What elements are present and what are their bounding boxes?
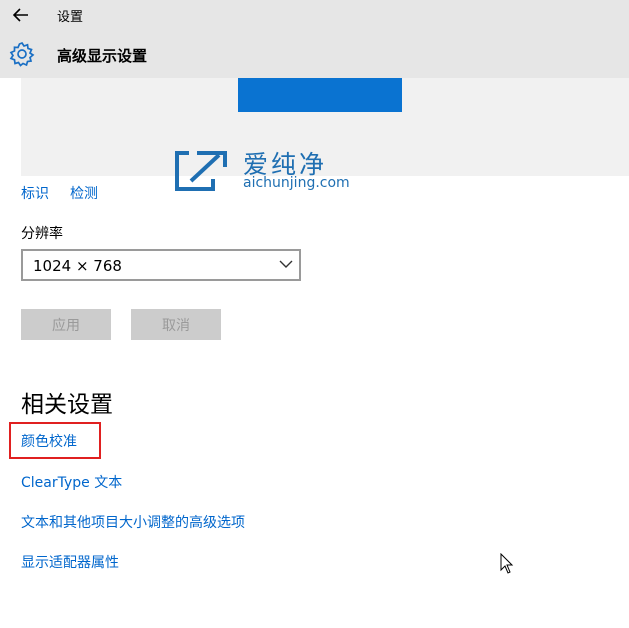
window-title: 设置 <box>57 10 84 25</box>
watermark-icon <box>175 151 227 191</box>
back-arrow-icon <box>13 8 28 22</box>
resolution-value: 1024 × 768 <box>33 257 122 275</box>
page-header: 高级显示设置 <box>0 32 629 78</box>
advanced-sizing-link[interactable]: 文本和其他项目大小调整的高级选项 <box>21 512 245 532</box>
apply-button[interactable]: 应用 <box>21 309 111 340</box>
identify-link[interactable]: 标识 <box>21 183 49 203</box>
gear-icon <box>9 41 35 67</box>
title-bar: 设置 <box>0 0 629 32</box>
cleartype-text-link[interactable]: ClearType 文本 <box>21 472 122 492</box>
color-calibration-link[interactable]: 颜色校准 <box>21 431 77 451</box>
page-title: 高级显示设置 <box>57 47 148 65</box>
resolution-dropdown[interactable]: 1024 × 768 <box>21 249 301 281</box>
watermark-logo: 爱纯净 aichunjing.com <box>173 145 363 195</box>
chevron-down-icon <box>279 260 293 268</box>
back-button[interactable] <box>8 4 34 26</box>
related-settings-heading: 相关设置 <box>21 392 113 418</box>
detect-link[interactable]: 检测 <box>70 183 98 203</box>
mouse-cursor-icon <box>500 553 514 574</box>
watermark-url: aichunjing.com <box>243 175 350 191</box>
cancel-button[interactable]: 取消 <box>131 309 221 340</box>
display-adapter-properties-link[interactable]: 显示适配器属性 <box>21 552 119 572</box>
monitor-tile[interactable] <box>238 78 402 112</box>
resolution-label: 分辨率 <box>21 226 63 242</box>
